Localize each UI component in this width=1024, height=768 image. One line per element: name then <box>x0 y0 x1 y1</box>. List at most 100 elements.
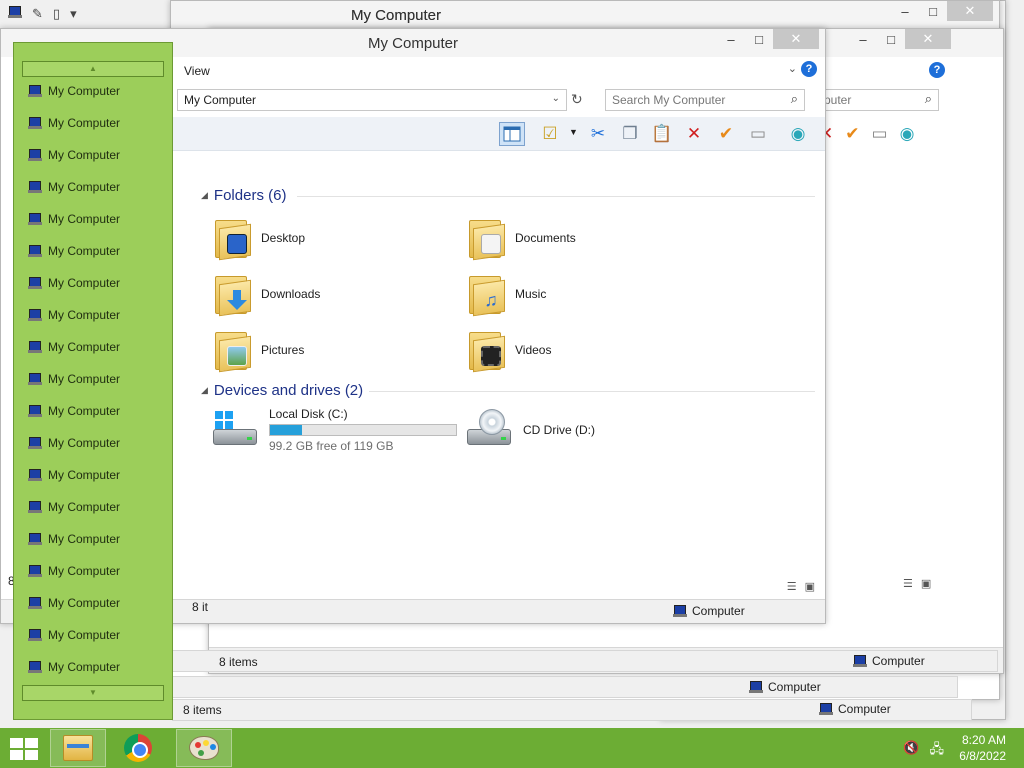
drive-cd-d[interactable]: CD Drive (D:) <box>465 405 695 455</box>
status-items-partial: 8 it <box>192 600 209 614</box>
shell-button[interactable]: ◉ <box>785 122 811 146</box>
sidebar-item-my-computer[interactable]: My Computer <box>28 340 120 354</box>
details-view-icon[interactable]: ☰ <box>787 580 797 593</box>
new-folder-icon[interactable]: ▯ <box>53 6 60 22</box>
devices-group-divider <box>369 391 815 392</box>
sidebar-item-my-computer[interactable]: My Computer <box>28 596 120 610</box>
sidebar-item-my-computer[interactable]: My Computer <box>28 308 120 322</box>
network-icon[interactable]: 🖧 <box>930 740 945 762</box>
computer-icon <box>28 85 42 97</box>
clock[interactable]: 8:20 AM 6/8/2022 <box>959 732 1006 764</box>
folder-documents[interactable]: Documents <box>467 213 697 263</box>
sidebar-item-label: My Computer <box>48 596 121 610</box>
close-button[interactable]: ✕ <box>947 1 993 21</box>
address-dropdown-icon[interactable]: ⌄ <box>552 93 560 104</box>
sidebar-item-my-computer[interactable]: My Computer <box>28 500 120 514</box>
properties-button[interactable]: ☑ <box>537 122 563 146</box>
properties-dropdown-icon[interactable]: ▼ <box>569 127 578 137</box>
computer-icon <box>28 213 42 225</box>
folder-label: Downloads <box>261 287 321 301</box>
large-icons-view-icon[interactable]: ▣ <box>921 577 931 590</box>
back-window-1-search[interactable]: puter ⌕ <box>817 89 939 111</box>
paste-button[interactable]: 📋 <box>649 122 675 146</box>
sidebar-item-my-computer[interactable]: My Computer <box>28 404 120 418</box>
sidebar-item-label: My Computer <box>48 436 121 450</box>
sidebar-item-my-computer[interactable]: My Computer <box>28 276 120 290</box>
sidebar-item-label: My Computer <box>48 532 121 546</box>
checkmark-icon[interactable]: ✔ <box>845 124 859 144</box>
menu-view[interactable]: View <box>184 64 210 78</box>
sidebar-item-my-computer[interactable]: My Computer <box>28 468 120 482</box>
copy-button[interactable]: ❐ <box>617 122 643 146</box>
folder-downloads[interactable]: Downloads <box>213 269 443 319</box>
help-icon[interactable]: ? <box>929 62 945 78</box>
sidebar-item-my-computer[interactable]: My Computer <box>28 628 120 642</box>
cut-button[interactable]: ✂ <box>585 122 611 146</box>
maximize-button[interactable]: □ <box>745 29 773 49</box>
view-mode-icons: ☰ ▣ <box>787 580 815 593</box>
large-icons-view-icon[interactable]: ▣ <box>805 580 815 593</box>
folder-videos[interactable]: Videos <box>467 325 697 375</box>
address-bar[interactable]: My Computer ⌄ <box>177 89 567 111</box>
sidebar-item-my-computer[interactable]: My Computer <box>28 532 120 546</box>
delete-button[interactable]: ✕ <box>681 122 707 146</box>
maximize-button[interactable]: □ <box>919 1 947 21</box>
sidebar-item-my-computer[interactable]: My Computer <box>28 212 120 226</box>
folder-label: Desktop <box>261 231 306 245</box>
menu-expand-chevron-icon[interactable]: ⌄ <box>788 62 797 75</box>
rename-icon[interactable]: ▭ <box>872 124 888 144</box>
folder-desktop[interactable]: Desktop <box>213 213 443 263</box>
collapse-triangle-icon[interactable]: ◢ <box>201 190 208 201</box>
sidebar-item-my-computer[interactable]: My Computer <box>28 660 120 674</box>
minimize-button[interactable]: – <box>849 29 877 49</box>
refresh-icon[interactable]: ↻ <box>571 91 583 108</box>
preview-pane-icon <box>503 126 521 142</box>
devices-group-header[interactable]: ◢ Devices and drives (2) <box>201 382 363 399</box>
taskbar-paint[interactable] <box>176 729 232 767</box>
details-view-icon[interactable]: ☰ <box>903 577 913 590</box>
taskbar-file-explorer[interactable] <box>50 729 106 767</box>
preview-pane-button[interactable] <box>499 122 525 146</box>
scroll-down-button[interactable]: ▼ <box>22 685 164 701</box>
drive-local-disk-c[interactable]: Local Disk (C:) 99.2 GB free of 119 GB <box>211 405 471 455</box>
shell-icon[interactable]: ◉ <box>900 124 915 144</box>
minimize-button[interactable]: – <box>891 1 919 21</box>
sidebar-item-my-computer[interactable]: My Computer <box>28 148 120 162</box>
collapse-triangle-icon[interactable]: ◢ <box>201 385 208 396</box>
sidebar-item-my-computer[interactable]: My Computer <box>28 180 120 194</box>
rename-button[interactable]: ▭ <box>745 122 771 146</box>
properties-icon[interactable]: ✎ <box>32 6 43 22</box>
apply-button[interactable]: ✔ <box>713 122 739 146</box>
close-button[interactable]: ✕ <box>773 29 819 49</box>
computer-icon <box>28 309 42 321</box>
folder-music[interactable]: ♫ Music <box>467 269 697 319</box>
windows-logo-icon <box>215 411 233 429</box>
underlying-items-label: 8 items <box>219 655 258 669</box>
folders-group-header[interactable]: ◢ Folders (6) <box>201 187 286 204</box>
customize-dropdown-icon[interactable]: ▾ <box>70 6 77 22</box>
sidebar-item-my-computer[interactable]: My Computer <box>28 372 120 386</box>
computer-icon <box>673 605 687 617</box>
taskbar: 🔇 🖧 8:20 AM 6/8/2022 <box>0 728 1024 768</box>
close-button[interactable]: ✕ <box>905 29 951 49</box>
windows-start-icon[interactable] <box>10 738 38 760</box>
maximize-button[interactable]: □ <box>877 29 905 49</box>
drive-usage-bar <box>269 424 457 436</box>
status-location-label: Computer <box>838 702 891 716</box>
sidebar-item-my-computer[interactable]: My Computer <box>28 436 120 450</box>
sidebar-item-my-computer[interactable]: My Computer <box>28 116 120 130</box>
minimize-button[interactable]: – <box>717 29 745 49</box>
hard-disk-icon <box>211 407 261 453</box>
scroll-up-button[interactable]: ▲ <box>22 61 164 77</box>
folder-pictures[interactable]: Pictures <box>213 325 443 375</box>
sidebar-item-label: My Computer <box>48 468 121 482</box>
search-input[interactable]: Search My Computer ⌕ <box>605 89 805 111</box>
sidebar-item-my-computer[interactable]: My Computer <box>28 84 120 98</box>
sidebar-item-my-computer[interactable]: My Computer <box>28 244 120 258</box>
sidebar-item-my-computer[interactable]: My Computer <box>28 564 120 578</box>
volume-muted-icon[interactable]: 🔇 <box>903 740 919 762</box>
clock-time: 8:20 AM <box>961 733 1006 747</box>
help-icon[interactable]: ? <box>801 61 817 77</box>
taskbar-chrome[interactable] <box>110 729 166 767</box>
sidebar-item-label: My Computer <box>48 244 121 258</box>
